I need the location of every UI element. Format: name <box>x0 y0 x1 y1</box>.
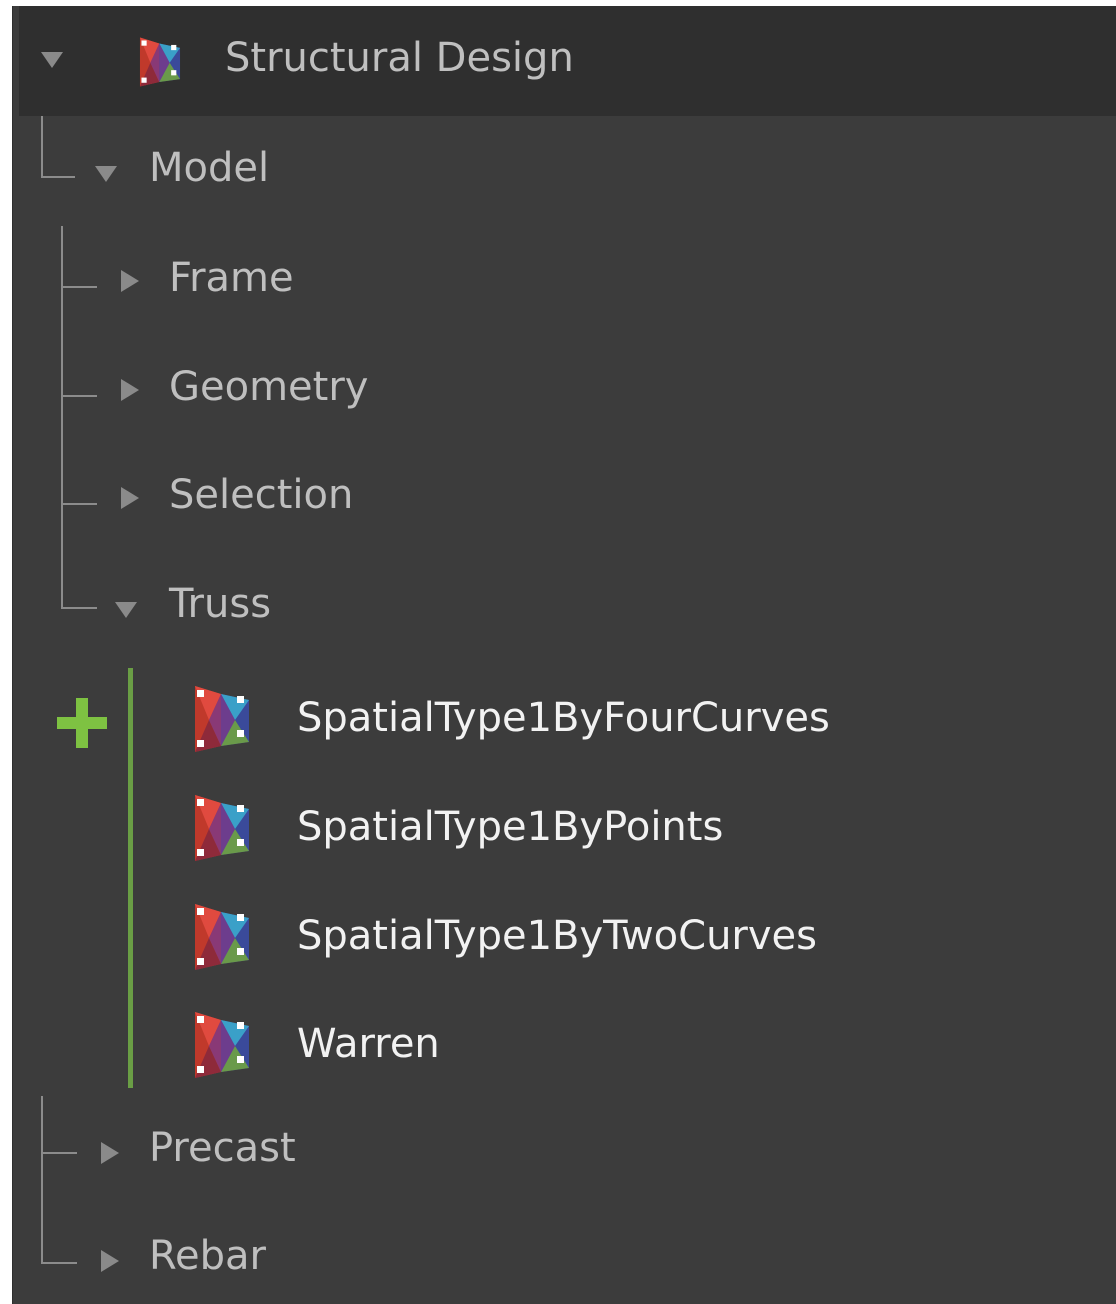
node-item-label: SpatialType1ByFourCurves <box>297 695 830 741</box>
node-item-label: SpatialType1ByTwoCurves <box>297 913 817 959</box>
node-icon <box>191 902 253 972</box>
library-panel: Structural Design Model Frame Geometry S… <box>12 6 1116 1304</box>
expand-arrow-icon[interactable] <box>41 52 63 68</box>
expand-arrow-icon[interactable] <box>95 166 117 182</box>
collapse-arrow-icon[interactable] <box>121 270 139 292</box>
collapse-arrow-icon[interactable] <box>101 1142 119 1164</box>
node-item-spatialtype1bypoints[interactable]: SpatialType1ByPoints <box>13 785 1116 875</box>
tree-item-label: Geometry <box>169 364 369 410</box>
node-icon <box>191 1010 253 1080</box>
node-item-label: Warren <box>297 1021 440 1067</box>
tree-item-truss[interactable]: Truss <box>13 572 1116 632</box>
node-item-label: SpatialType1ByPoints <box>297 804 724 850</box>
collapse-arrow-icon[interactable] <box>101 1250 119 1272</box>
tree-item-frame[interactable]: Frame <box>13 246 1116 306</box>
node-item-spatialtype1bytwocurves[interactable]: SpatialType1ByTwoCurves <box>13 894 1116 984</box>
node-item-spatialtype1byfourcurves[interactable]: SpatialType1ByFourCurves <box>13 676 1116 766</box>
node-item-warren[interactable]: Warren <box>13 1002 1116 1092</box>
tree-item-rebar[interactable]: Rebar <box>13 1224 1116 1284</box>
package-icon <box>137 36 183 88</box>
tree-item-label: Rebar <box>149 1233 266 1279</box>
tree-item-selection[interactable]: Selection <box>13 463 1116 523</box>
node-icon <box>191 793 253 863</box>
collapse-arrow-icon[interactable] <box>121 379 139 401</box>
tree-item-label: Selection <box>169 472 354 518</box>
tree-item-geometry[interactable]: Geometry <box>13 355 1116 415</box>
tree-root-row[interactable]: Structural Design <box>19 6 1116 116</box>
tree-item-label: Truss <box>169 581 272 627</box>
node-icon <box>191 684 253 754</box>
tree-item-label: Frame <box>169 255 294 301</box>
expand-arrow-icon[interactable] <box>115 602 137 618</box>
collapse-arrow-icon[interactable] <box>121 487 139 509</box>
tree-item-precast[interactable]: Precast <box>13 1116 1116 1176</box>
tree-item-label: Precast <box>149 1125 296 1171</box>
tree-item-label: Model <box>149 145 270 191</box>
tree-root-label: Structural Design <box>225 35 574 81</box>
tree-item-model[interactable]: Model <box>13 136 1116 196</box>
